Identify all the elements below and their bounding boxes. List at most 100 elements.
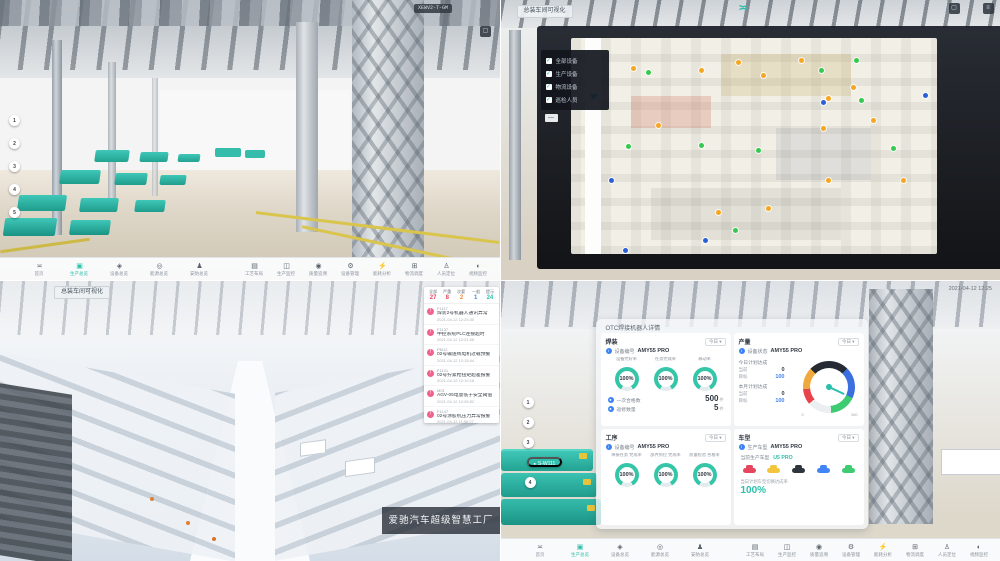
equipment-marker[interactable]: 3 bbox=[9, 161, 20, 172]
equipment-marker[interactable]: 2 bbox=[523, 417, 534, 428]
equipment-marker[interactable]: 2 bbox=[9, 138, 20, 149]
device-dot[interactable] bbox=[699, 68, 704, 73]
toolbar-item[interactable]: ≍首页 bbox=[26, 262, 53, 277]
toolbar-item[interactable]: ⚙设备管理 bbox=[838, 543, 865, 558]
checkbox-checked-icon[interactable]: ✓ bbox=[546, 97, 552, 103]
menu-button[interactable]: ≡ bbox=[983, 3, 994, 14]
toolbar-item[interactable]: ◫生产监控 bbox=[774, 543, 801, 558]
expand-view-button[interactable]: ▢ bbox=[480, 26, 491, 37]
toolbar-item[interactable]: ◎能源总览 bbox=[647, 543, 674, 558]
toolbar-item[interactable]: ♙人员定位 bbox=[433, 262, 460, 277]
toolbar-item[interactable]: ◎能源总览 bbox=[146, 262, 173, 277]
layer-row[interactable]: ✓ 巡检人员 bbox=[546, 93, 604, 106]
toolbar-item[interactable]: ≍首页 bbox=[527, 543, 554, 558]
car-icon[interactable] bbox=[842, 468, 855, 473]
equipment-marker[interactable]: 3 bbox=[523, 437, 534, 448]
device-dot[interactable] bbox=[756, 148, 761, 153]
device-dot[interactable] bbox=[703, 238, 708, 243]
collapse-panel-button[interactable]: — bbox=[545, 114, 558, 122]
toolbar-item[interactable]: ▣生产总览 bbox=[66, 262, 93, 277]
toolbar-item[interactable]: ⚙设备管理 bbox=[337, 262, 364, 277]
device-dot[interactable] bbox=[871, 118, 876, 123]
period-select[interactable]: 今日 ▾ bbox=[838, 434, 859, 442]
toolbar-item[interactable]: ▤工艺布局 bbox=[742, 543, 769, 558]
layer-row[interactable]: ✓ 全部设备 bbox=[546, 54, 604, 67]
device-dot[interactable] bbox=[766, 206, 771, 211]
alarm-list-item[interactable]: ! F1147 02号涂胶机压力异常报警 2021-04-12 11:58:27 bbox=[424, 407, 499, 424]
selected-agv-tag[interactable]: S-W111 bbox=[527, 457, 563, 467]
fullscreen-button[interactable]: ▢ bbox=[949, 3, 960, 14]
device-dot[interactable] bbox=[609, 178, 614, 183]
toolbar-item[interactable]: ◉质量追溯 bbox=[305, 262, 332, 277]
device-dot[interactable] bbox=[646, 70, 651, 75]
toolbar-item[interactable]: ◈设备总览 bbox=[607, 543, 634, 558]
device-dot[interactable] bbox=[761, 73, 766, 78]
equipment-marker[interactable]: 1 bbox=[523, 397, 534, 408]
device-dot[interactable] bbox=[826, 178, 831, 183]
device-dot[interactable] bbox=[736, 60, 741, 65]
alarm-stat-tab[interactable]: 次要 2 bbox=[454, 289, 468, 302]
period-select[interactable]: 今日 ▾ bbox=[705, 434, 726, 442]
checkbox-checked-icon[interactable]: ✓ bbox=[546, 71, 552, 77]
device-dot[interactable] bbox=[626, 144, 631, 149]
equipment-marker[interactable]: 5 bbox=[9, 207, 20, 218]
device-dot[interactable] bbox=[821, 100, 826, 105]
car-icon[interactable] bbox=[767, 468, 780, 473]
device-dot[interactable] bbox=[859, 98, 864, 103]
car-icon[interactable] bbox=[743, 468, 756, 473]
alarm-list-item[interactable]: ! F1117 焊装2号机器人通讯异常 2021-04-12 12:25:30 bbox=[424, 304, 499, 325]
device-dot[interactable] bbox=[656, 123, 661, 128]
equipment-marker[interactable]: 4 bbox=[9, 184, 20, 195]
toolbar-item[interactable]: ◫生产监控 bbox=[273, 262, 300, 277]
workshop-tab[interactable]: 总装车间可视化 bbox=[54, 286, 110, 299]
toolbar-item[interactable]: ◈设备总览 bbox=[106, 262, 133, 277]
toolbar-item[interactable]: ⚡能耗分析 bbox=[369, 262, 396, 277]
car-icon[interactable] bbox=[817, 468, 830, 473]
checkbox-checked-icon[interactable]: ✓ bbox=[546, 58, 552, 64]
toolbar-item[interactable]: ♙人员定位 bbox=[934, 543, 961, 558]
layer-row[interactable]: ✓ 物流设备 bbox=[546, 80, 604, 93]
alarm-list-item[interactable]: ! F1137 中控系统PLC连接超时 2021-04-12 12:21:06 bbox=[424, 325, 499, 346]
equipment-marker[interactable]: 1 bbox=[9, 115, 20, 126]
device-dot[interactable] bbox=[631, 66, 636, 71]
alarm-stat-tab[interactable]: 提示 24 bbox=[483, 289, 497, 302]
toolbar-item[interactable]: ⊞物流调度 bbox=[401, 262, 428, 277]
device-dot[interactable] bbox=[891, 146, 896, 151]
toolbar-item[interactable]: ◉质量追溯 bbox=[806, 543, 833, 558]
alarm-list-item[interactable]: ! PM12 02号输送线电机过载预警 2021-04-12 12:15:44 bbox=[424, 345, 499, 366]
toolbar-item[interactable]: ⚡能耗分析 bbox=[870, 543, 897, 558]
toolbar-item[interactable]: ♟安防总览 bbox=[687, 543, 714, 558]
toolbar-item[interactable]: ▣生产总览 bbox=[567, 543, 594, 558]
device-dot[interactable] bbox=[819, 68, 824, 73]
device-dot[interactable] bbox=[821, 126, 826, 131]
toolbar-item[interactable]: ♟安防总览 bbox=[186, 262, 213, 277]
car-icon[interactable] bbox=[792, 468, 805, 473]
device-dot[interactable] bbox=[851, 85, 856, 90]
device-dot[interactable] bbox=[623, 248, 628, 253]
toolbar-item[interactable]: ♨环境监测 bbox=[497, 262, 500, 277]
alarm-list-item[interactable]: ! M01 AGV-05电量低于安全阈值 2021-04-12 12:05:52 bbox=[424, 386, 499, 407]
alarm-stat-tab[interactable]: 全部 27 bbox=[426, 289, 440, 302]
device-dot[interactable] bbox=[923, 93, 928, 98]
device-dot[interactable] bbox=[799, 58, 804, 63]
device-dot[interactable] bbox=[826, 96, 831, 101]
toolbar-item[interactable]: ⊞物流调度 bbox=[902, 543, 929, 558]
device-dot[interactable] bbox=[716, 210, 721, 215]
alarm-list-item[interactable]: ! F1121 02号拧紧枪扭矩超差报警 2021-04-12 12:10:18 bbox=[424, 366, 499, 387]
period-select[interactable]: 今日 ▾ bbox=[838, 338, 859, 346]
alarm-stat-tab[interactable]: 一般 1 bbox=[469, 289, 483, 302]
workshop-tab[interactable]: 总装车间可视化 bbox=[517, 5, 573, 18]
alarm-stat-tab[interactable]: 严重 8 bbox=[440, 289, 454, 302]
equipment-marker[interactable]: 4 bbox=[525, 477, 536, 488]
device-dot[interactable] bbox=[699, 143, 704, 148]
device-dot[interactable] bbox=[901, 178, 906, 183]
layer-row[interactable]: ✓ 生产设备 bbox=[546, 67, 604, 80]
toolbar-item[interactable]: ◐视频监控 bbox=[966, 543, 993, 558]
device-dot[interactable] bbox=[854, 58, 859, 63]
toolbar-item[interactable]: ◐视频监控 bbox=[465, 262, 492, 277]
toolbar-item[interactable]: ▤工艺布局 bbox=[241, 262, 268, 277]
checkbox-checked-icon[interactable]: ✓ bbox=[546, 84, 552, 90]
device-dot[interactable] bbox=[733, 228, 738, 233]
period-select[interactable]: 今日 ▾ bbox=[705, 338, 726, 346]
floorplan-map[interactable]: ▶ bbox=[571, 38, 937, 254]
